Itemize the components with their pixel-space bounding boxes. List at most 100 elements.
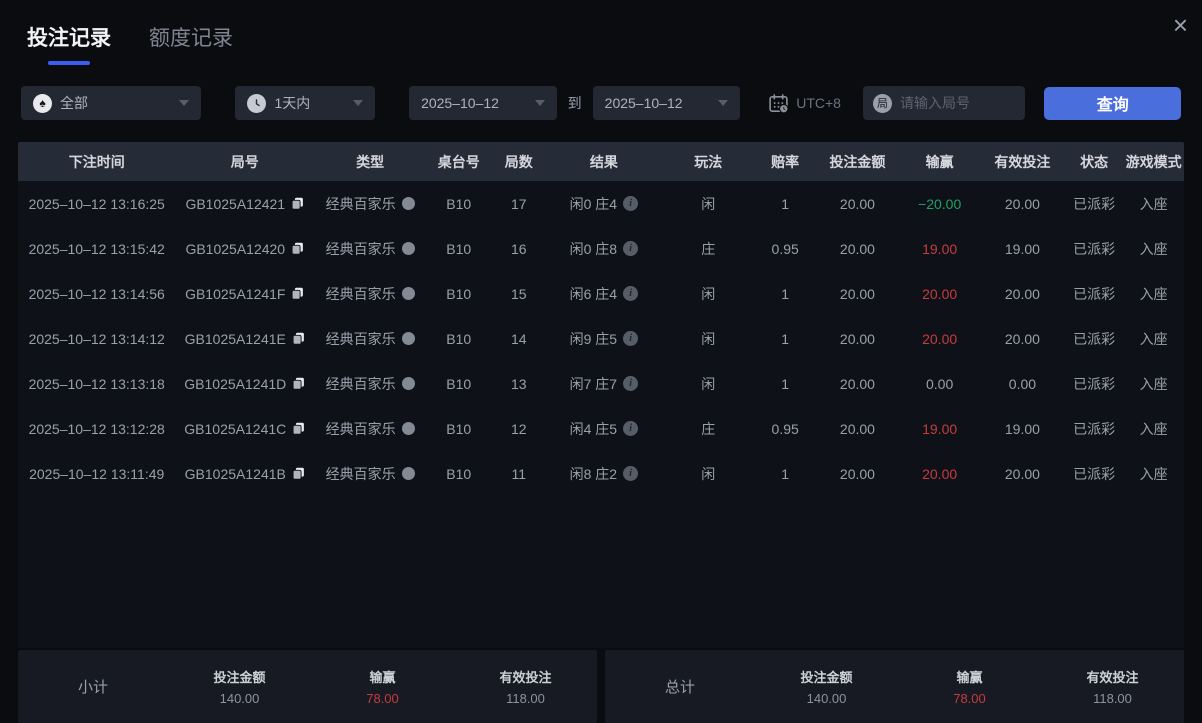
round-id-text: GB1025A1241C (184, 420, 287, 437)
table-body: 2025–10–12 13:16:25 GB1025A12421 经典百家乐 B… (18, 181, 1184, 496)
game-type-value: 全部 (60, 95, 88, 111)
cell-odds: 0.95 (771, 240, 799, 257)
cell-bet-time: 2025–10–12 13:16:25 (28, 195, 165, 212)
copy-icon[interactable] (292, 332, 305, 345)
round-id-text: GB1025A1241E (184, 330, 286, 347)
cell-game-type: 经典百家乐 (314, 406, 426, 451)
cell-bet-time: 2025–10–12 13:12:28 (28, 420, 165, 437)
game-type-text: 经典百家乐 (325, 240, 396, 257)
cell-play-type: 闲 (701, 195, 716, 212)
cell-bet-amount: 20.00 (839, 330, 875, 347)
chevron-down-icon (179, 100, 190, 106)
info-icon[interactable]: i (623, 331, 639, 346)
cell-bet-amount: 20.00 (839, 375, 875, 392)
column-header: 游戏模式 (1123, 142, 1184, 181)
game-type-text: 经典百家乐 (325, 330, 396, 347)
subtotal-winloss: 输赢 78.00 (366, 670, 399, 706)
result-text: 闲0 庄4 (569, 195, 618, 212)
cell-round-count: 13 (510, 375, 527, 392)
game-type-text: 经典百家乐 (325, 195, 396, 212)
game-type-dropdown[interactable]: ♠ 全部 (21, 86, 202, 120)
cell-win-loss: 20.00 (922, 330, 958, 347)
calendar-icon (768, 93, 789, 114)
top-tab-bar: 投注记录 额度记录 (0, 0, 1202, 65)
cell-bet-amount: 20.00 (839, 420, 875, 437)
info-icon[interactable]: i (623, 421, 639, 436)
copy-icon[interactable] (292, 377, 305, 390)
column-header: 赔率 (754, 142, 816, 181)
game-type-icon (401, 197, 415, 210)
cell-game-mode: 入座 (1139, 330, 1168, 347)
round-search-input[interactable] (899, 95, 1016, 111)
cell-win-loss: 0.00 (926, 375, 954, 392)
cell-game-type: 经典百家乐 (314, 271, 426, 316)
total-winloss: 输赢 78.00 (953, 670, 986, 706)
header-row: 下注时间 局号 类型 桌台号 局数 结果 玩法 赔率 投注金额 输赢 有效投注 状态 游戏模式 (18, 142, 1184, 181)
copy-icon[interactable] (292, 422, 305, 435)
tab-bet-records[interactable]: 投注记录 (27, 22, 111, 65)
cell-status: 已派彩 (1073, 420, 1116, 437)
tab-quota-records[interactable]: 额度记录 (149, 22, 233, 65)
cell-result: 闲6 庄4 i (546, 271, 661, 316)
cell-round-count: 12 (510, 420, 527, 437)
time-range-dropdown[interactable]: 1天内 (235, 86, 376, 120)
summary-bar: 小计 投注金额 140.00 输赢 78.00 有效投注 118.00 总计 投… (18, 650, 1184, 723)
cell-odds: 1 (781, 465, 790, 482)
game-type-text: 经典百家乐 (325, 375, 396, 392)
cell-play-type: 闲 (701, 375, 716, 392)
copy-icon[interactable] (291, 242, 304, 255)
copy-icon[interactable] (291, 287, 304, 300)
cell-table-no: B10 (446, 330, 472, 347)
table-row: 2025–10–12 13:13:18 GB1025A1241D 经典百家乐 B… (18, 361, 1184, 406)
cell-result: 闲0 庄8 i (546, 226, 661, 271)
cell-odds: 1 (781, 195, 790, 212)
cell-status: 已派彩 (1073, 195, 1116, 212)
result-text: 闲4 庄5 (569, 420, 618, 437)
cell-play-type: 庄 (701, 240, 716, 257)
chevron-down-icon (534, 100, 545, 106)
info-icon[interactable]: i (623, 241, 639, 256)
info-icon[interactable]: i (623, 286, 639, 301)
cell-status: 已派彩 (1073, 465, 1116, 482)
round-id-text: GB1025A12420 (185, 240, 286, 257)
cell-round-count: 17 (510, 195, 527, 212)
copy-icon[interactable] (291, 197, 304, 210)
info-icon[interactable]: i (623, 376, 639, 391)
table-row: 2025–10–12 13:15:42 GB1025A12420 经典百家乐 B… (18, 226, 1184, 271)
round-search-field[interactable]: 局 (862, 86, 1026, 120)
date-from-dropdown[interactable]: 2025–10–12 (409, 86, 557, 120)
cell-win-loss: 20.00 (922, 285, 958, 302)
round-id-text: GB1025A1241F (185, 285, 286, 302)
cell-valid-bet: 0.00 (1008, 375, 1037, 392)
column-header: 玩法 (661, 142, 755, 181)
subtotal-bet: 投注金额 140.00 (213, 670, 266, 706)
cell-result: 闲8 庄2 i (546, 451, 661, 496)
copy-icon[interactable] (292, 467, 305, 480)
info-icon[interactable]: i (623, 466, 639, 481)
cell-play-type: 闲 (701, 330, 716, 347)
cell-game-mode: 入座 (1139, 195, 1168, 212)
cell-result: 闲9 庄5 i (546, 316, 661, 361)
cell-table-no: B10 (446, 240, 472, 257)
timezone-group[interactable]: UTC+8 (768, 93, 841, 114)
result-text: 闲7 庄7 (569, 375, 618, 392)
cell-round-id: GB1025A1241B (175, 451, 314, 496)
subtotal-label: 小计 (77, 679, 108, 696)
column-header: 输赢 (899, 142, 980, 181)
close-icon[interactable]: × (1173, 12, 1188, 38)
subtotal-valid: 有效投注 118.00 (499, 670, 552, 706)
column-header: 局号 (175, 142, 315, 181)
result-text: 闲0 庄8 (569, 240, 618, 257)
cell-table-no: B10 (446, 195, 472, 212)
cell-game-type: 经典百家乐 (314, 226, 426, 271)
date-to-dropdown[interactable]: 2025–10–12 (592, 86, 741, 120)
cell-bet-amount: 20.00 (839, 465, 875, 482)
result-text: 闲6 庄4 (569, 285, 618, 302)
query-button[interactable]: 查询 (1044, 86, 1182, 120)
cell-bet-time: 2025–10–12 13:15:42 (28, 240, 165, 257)
info-icon[interactable]: i (623, 196, 639, 211)
cell-round-id: GB1025A12420 (175, 226, 314, 271)
cell-game-mode: 入座 (1139, 240, 1168, 257)
cell-bet-amount: 20.00 (839, 285, 875, 302)
cell-play-type: 庄 (701, 420, 716, 437)
